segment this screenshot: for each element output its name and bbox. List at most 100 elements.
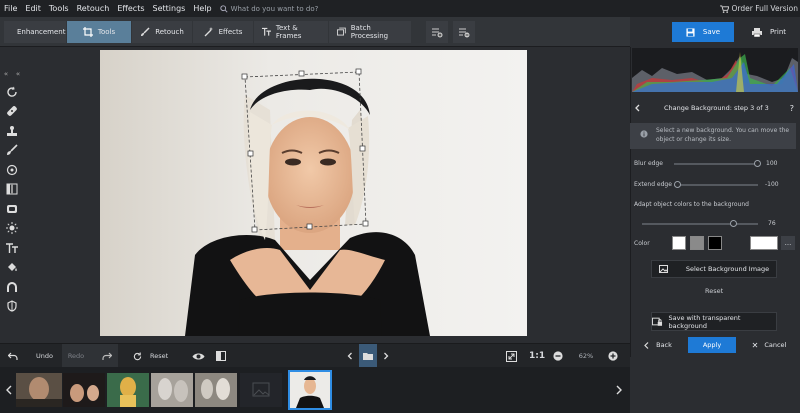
- adapt-colors-row: 76: [634, 218, 794, 228]
- cancel-button[interactable]: ✕ Cancel: [744, 337, 794, 353]
- chevron-right-icon: [616, 385, 622, 395]
- thumbnail[interactable]: [63, 373, 105, 407]
- rotate-tool[interactable]: [0, 82, 24, 102]
- adapt-colors-knob[interactable]: [730, 220, 737, 227]
- cart-icon: [719, 4, 729, 13]
- zoom-in-button[interactable]: [608, 344, 618, 368]
- extend-edge-slider[interactable]: [674, 181, 758, 188]
- print-button[interactable]: Print: [740, 22, 798, 42]
- tab-text-frames[interactable]: Text & Frames: [254, 20, 328, 43]
- blur-edge-label: Blur edge: [634, 159, 663, 167]
- filmstrip-next-button[interactable]: [612, 367, 626, 413]
- thumbnail[interactable]: [195, 373, 237, 407]
- brush-tool[interactable]: [0, 141, 24, 161]
- adapt-colors-slider[interactable]: [642, 220, 758, 227]
- blur-edge-slider[interactable]: [674, 160, 761, 167]
- chevron-left-icon: [347, 352, 352, 360]
- tab-retouch[interactable]: Retouch: [132, 20, 192, 43]
- empty-image-icon: [252, 382, 270, 397]
- tab-batch-processing[interactable]: Batch Processing: [329, 20, 411, 43]
- menu-tools[interactable]: Tools: [45, 4, 73, 13]
- selection-frame[interactable]: [100, 50, 527, 336]
- order-full-version-link[interactable]: Order Full Version: [719, 0, 800, 17]
- blur-edge-value: 100: [766, 159, 778, 167]
- color-swatch-white[interactable]: [672, 236, 686, 250]
- info-box: Select a new background. You can move th…: [630, 123, 796, 149]
- redo-button[interactable]: Redo: [62, 344, 118, 368]
- compare-toggle[interactable]: [216, 344, 226, 368]
- target-tool[interactable]: [0, 160, 24, 180]
- reset-view-button[interactable]: Reset: [133, 344, 168, 368]
- stamp-icon: [7, 125, 17, 136]
- preview-toggle[interactable]: [192, 344, 205, 368]
- photo-canvas[interactable]: [100, 50, 527, 336]
- stamp-tool[interactable]: [0, 121, 24, 141]
- protect-tool[interactable]: [0, 297, 24, 317]
- thumbnail-selected[interactable]: [288, 370, 332, 410]
- thumbnail[interactable]: [151, 373, 193, 407]
- zoom-out-button[interactable]: [553, 344, 563, 368]
- color-swatch-gray[interactable]: [690, 236, 704, 250]
- zoom-level-field[interactable]: 62%: [568, 344, 604, 368]
- thumbnail-image: [16, 373, 62, 407]
- more-colors-label: ...: [784, 239, 792, 247]
- save-transparent-button[interactable]: Save with transparent background: [651, 312, 777, 331]
- extend-edge-knob[interactable]: [674, 181, 681, 188]
- frame-tool[interactable]: [0, 199, 24, 219]
- tab-enhancement[interactable]: Enhancement: [4, 20, 66, 43]
- thumbnail-image: [290, 372, 330, 408]
- extend-edge-label: Extend edge: [634, 180, 672, 188]
- text-tool[interactable]: [0, 238, 24, 258]
- tab-text-frames-label: Text & Frames: [275, 23, 302, 40]
- actual-size-label: 1:1: [529, 351, 546, 361]
- brush-icon: [7, 144, 18, 156]
- lock-image-icon: [652, 317, 663, 326]
- app-window: File Edit Tools Retouch Effects Settings…: [0, 0, 800, 413]
- panel-footer-area: [630, 357, 800, 413]
- tab-tools[interactable]: Tools: [67, 20, 131, 43]
- thumbnail[interactable]: [16, 373, 62, 407]
- search-box[interactable]: What do you want to do?: [219, 5, 319, 13]
- menu-retouch[interactable]: Retouch: [73, 4, 114, 13]
- text-tool-icon: [6, 243, 18, 253]
- menu-help[interactable]: Help: [189, 4, 215, 13]
- selected-color-swatch[interactable]: [750, 236, 778, 250]
- search-input[interactable]: What do you want to do?: [231, 5, 319, 13]
- thumbnail[interactable]: [107, 373, 149, 407]
- collapse-tools-toggle[interactable]: ««: [0, 68, 24, 80]
- thumbnail-placeholder[interactable]: [240, 373, 282, 407]
- fill-tool[interactable]: [0, 258, 24, 278]
- more-colors-button[interactable]: ...: [781, 236, 795, 250]
- healing-tool[interactable]: [0, 102, 24, 122]
- undo-button[interactable]: Undo: [8, 344, 53, 368]
- menu-settings[interactable]: Settings: [149, 4, 190, 13]
- apply-button[interactable]: Apply: [688, 337, 736, 353]
- remove-from-queue-button[interactable]: [453, 20, 475, 43]
- menu-file[interactable]: File: [0, 4, 21, 13]
- filmstrip-prev-button[interactable]: [2, 367, 16, 413]
- chevron-left-icon: [6, 385, 12, 395]
- select-background-button[interactable]: Select Background Image: [651, 260, 777, 278]
- open-folder-button[interactable]: [359, 344, 377, 368]
- back-button[interactable]: Back: [636, 337, 680, 353]
- reset-link[interactable]: Reset: [705, 287, 723, 295]
- chevron-left-icon[interactable]: [634, 104, 642, 112]
- thumbnail-image: [63, 373, 105, 407]
- light-tool[interactable]: [0, 219, 24, 239]
- save-button[interactable]: Save: [672, 22, 734, 42]
- fit-to-window-button[interactable]: [506, 344, 517, 368]
- help-button[interactable]: ?: [790, 104, 794, 113]
- tab-effects[interactable]: Effects: [193, 20, 253, 43]
- crop-icon: [82, 26, 93, 37]
- color-swatch-black[interactable]: [708, 236, 722, 250]
- gradient-tool[interactable]: [0, 180, 24, 200]
- blur-edge-knob[interactable]: [754, 160, 761, 167]
- menu-effects[interactable]: Effects: [113, 4, 148, 13]
- add-to-queue-button[interactable]: [426, 20, 448, 43]
- select-background-label: Select Background Image: [685, 265, 770, 273]
- menu-edit[interactable]: Edit: [21, 4, 45, 13]
- prev-image-button[interactable]: [342, 344, 358, 368]
- next-image-button[interactable]: [378, 344, 394, 368]
- actual-size-button[interactable]: 1:1: [529, 344, 545, 368]
- clone-tool[interactable]: [0, 277, 24, 297]
